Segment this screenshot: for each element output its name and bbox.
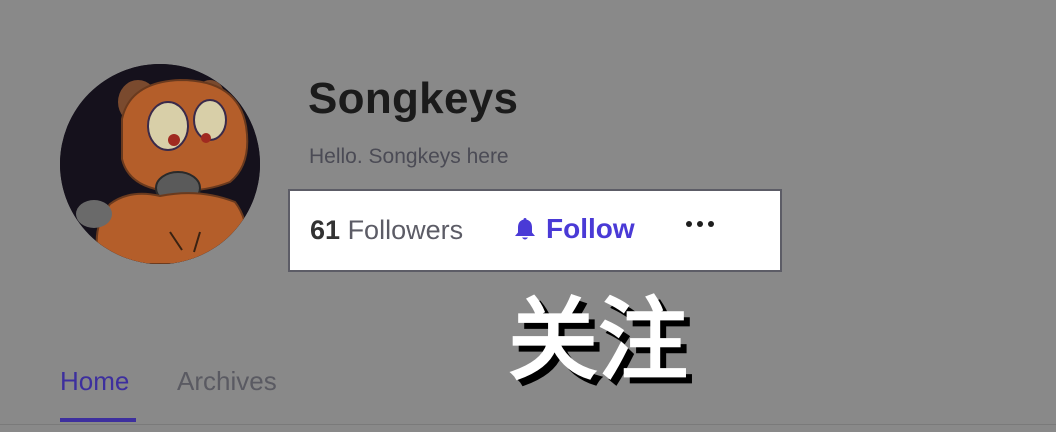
- profile-avatar[interactable]: [60, 64, 260, 264]
- follow-label: Follow: [546, 213, 635, 244]
- follow-button[interactable]: Follow: [514, 213, 635, 245]
- tab-archives[interactable]: Archives: [177, 366, 277, 397]
- profile-name: Songkeys: [308, 74, 519, 123]
- active-tab-indicator: [60, 418, 136, 422]
- profile-actions-bar: 61 Followers Follow: [288, 189, 782, 272]
- followers-count: 61: [310, 215, 341, 245]
- tab-home[interactable]: Home: [60, 366, 129, 397]
- followers-link[interactable]: 61 Followers: [310, 215, 463, 246]
- followers-label: Followers: [347, 215, 464, 245]
- overlay-caption: 关注: [508, 288, 688, 393]
- bell-icon: [514, 217, 536, 241]
- tabs-divider: [0, 424, 1056, 425]
- cartoon-bear-avatar-icon: [60, 64, 260, 264]
- profile-bio: Hello. Songkeys here: [309, 145, 509, 168]
- more-horizontal-icon[interactable]: [686, 221, 714, 227]
